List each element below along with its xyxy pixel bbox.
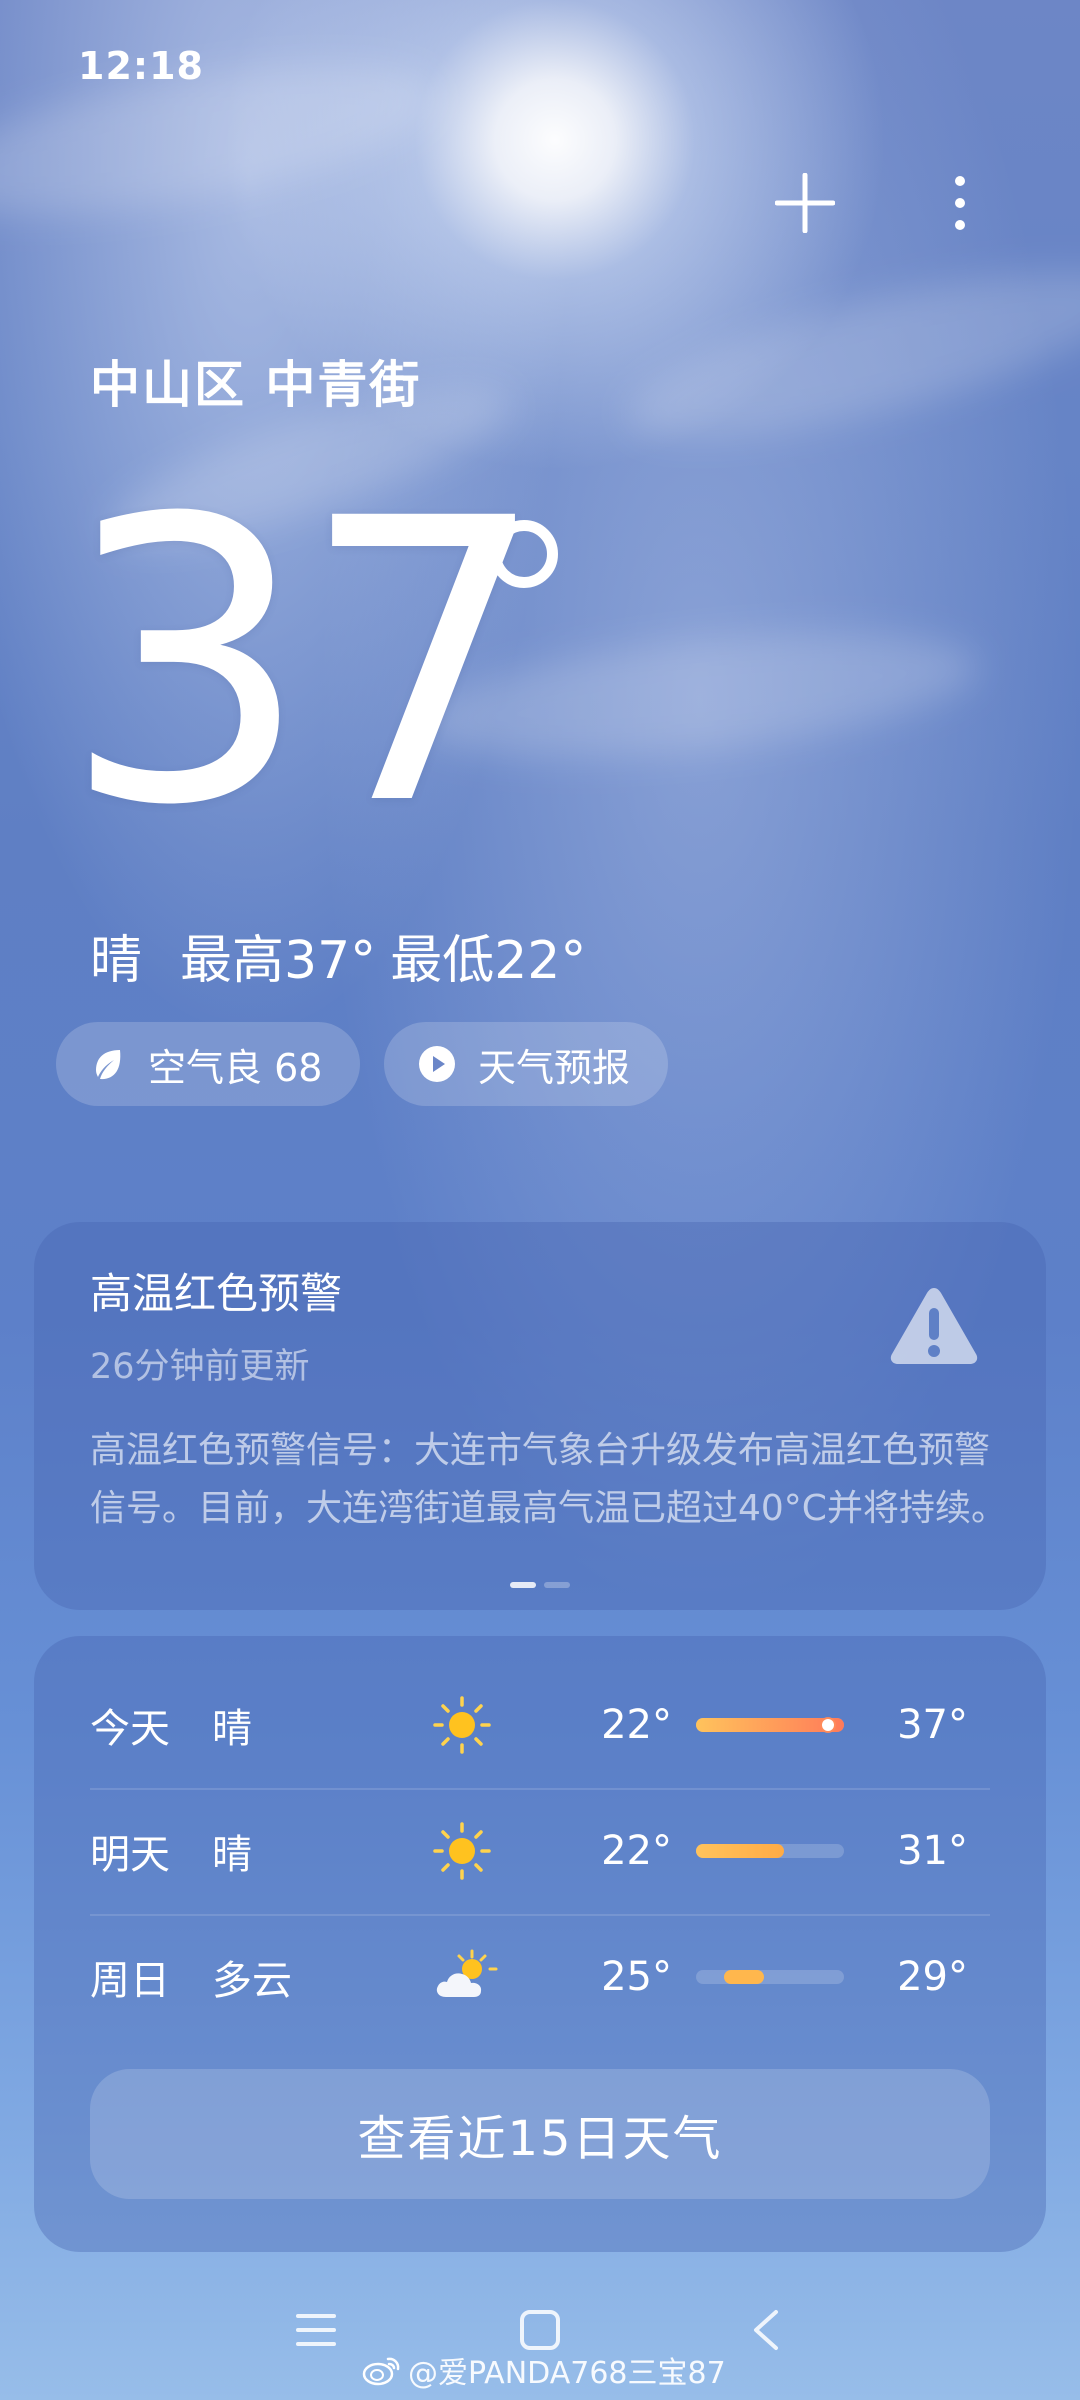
square-home-icon xyxy=(520,2310,560,2350)
add-city-button[interactable] xyxy=(770,168,840,238)
pager-dot xyxy=(544,1582,570,1588)
temperature-range-bar xyxy=(696,1844,844,1858)
watermark-text: @爱PANDA768三宝87 xyxy=(408,2356,726,2391)
current-condition: 晴 xyxy=(90,931,143,991)
weibo-logo-icon xyxy=(362,2357,400,2386)
forecast-low: 25° xyxy=(601,1954,672,2000)
air-quality-label: 空气良 68 xyxy=(148,1045,323,1090)
alert-updated-time: 26分钟前更新 xyxy=(90,1347,310,1387)
temperature-range-bar xyxy=(696,1718,844,1732)
temperature-range-fill xyxy=(724,1970,764,1984)
forecast-row-tomorrow[interactable]: 明天 晴 22° 31° xyxy=(90,1788,990,1916)
warning-icon xyxy=(888,1284,980,1370)
forecast-high: 37° xyxy=(897,1702,968,1748)
forecast-low: 22° xyxy=(601,1828,672,1874)
more-vertical-icon xyxy=(955,176,965,230)
forecast-high: 29° xyxy=(897,1954,968,2000)
forecast-day: 周日 xyxy=(90,1958,170,2004)
forecast-condition: 晴 xyxy=(212,1832,252,1878)
recent-apps-button[interactable] xyxy=(286,2300,346,2360)
forecast-condition: 多云 xyxy=(212,1958,292,2004)
today-low: 最低22° xyxy=(390,931,587,991)
location-title[interactable]: 中山区 中青街 xyxy=(90,345,421,417)
forecast-day: 明天 xyxy=(90,1832,170,1878)
leaf-icon xyxy=(90,1046,126,1082)
air-quality-chip[interactable]: 空气良 68 xyxy=(56,1022,361,1106)
forecast-condition: 晴 xyxy=(212,1706,252,1752)
watermark: @爱PANDA768三宝87 xyxy=(362,2348,726,2392)
plus-icon xyxy=(775,173,835,233)
weather-alert-card[interactable]: 高温红色预警 26分钟前更新 高温红色预警信号：大连市气象台升级发布高温红色预警… xyxy=(34,1222,1046,1610)
back-button[interactable] xyxy=(736,2300,796,2360)
current-condition-line: 晴最高37° 最低22° xyxy=(90,918,624,993)
pager-dot-active xyxy=(510,1582,536,1588)
today-high: 最高37° xyxy=(180,931,377,991)
forecast-high: 31° xyxy=(897,1828,968,1874)
current-temperature-marker xyxy=(822,1719,834,1731)
forecast-row-sunday[interactable]: 周日 多云 25° 29° xyxy=(90,1914,990,2040)
more-options-button[interactable] xyxy=(925,168,995,238)
daily-forecast-card: 今天 晴 22° 37° 明天 晴 22° 31° 周日 多云 25° 29° … xyxy=(34,1636,1046,2252)
sunny-icon xyxy=(432,1695,592,1755)
current-temperature: 37 xyxy=(62,436,548,890)
cloud-decoration xyxy=(614,238,1080,472)
forecast-video-label: 天气预报 xyxy=(478,1045,631,1090)
view-15-day-forecast-button[interactable]: 查看近15日天气 xyxy=(90,2069,990,2199)
degree-symbol xyxy=(490,520,558,588)
play-icon xyxy=(418,1045,456,1083)
partly-cloudy-icon xyxy=(432,1947,592,2007)
forecast-day: 今天 xyxy=(90,1706,170,1752)
forecast-video-chip[interactable]: 天气预报 xyxy=(384,1022,669,1106)
temperature-range-bar xyxy=(696,1970,844,1984)
forecast-low: 22° xyxy=(601,1702,672,1748)
forecast-row-today[interactable]: 今天 晴 22° 37° xyxy=(90,1662,990,1790)
chevron-left-icon xyxy=(754,2310,778,2350)
alert-title: 高温红色预警 xyxy=(90,1269,343,1318)
cloud-decoration xyxy=(0,35,447,245)
menu-icon xyxy=(296,2314,336,2346)
sunny-icon xyxy=(432,1821,592,1881)
weather-screen: 12:18 中山区 中青街 37 晴最高37° 最低22° 空气良 68 天气预… xyxy=(0,0,1080,2400)
alert-pager xyxy=(34,1582,1046,1588)
alert-body: 高温红色预警信号：大连市气象台升级发布高温红色预警信号。目前，大连湾街道最高气温… xyxy=(90,1430,1007,1529)
status-bar-time: 12:18 xyxy=(78,44,204,88)
temperature-range-fill xyxy=(696,1844,784,1858)
